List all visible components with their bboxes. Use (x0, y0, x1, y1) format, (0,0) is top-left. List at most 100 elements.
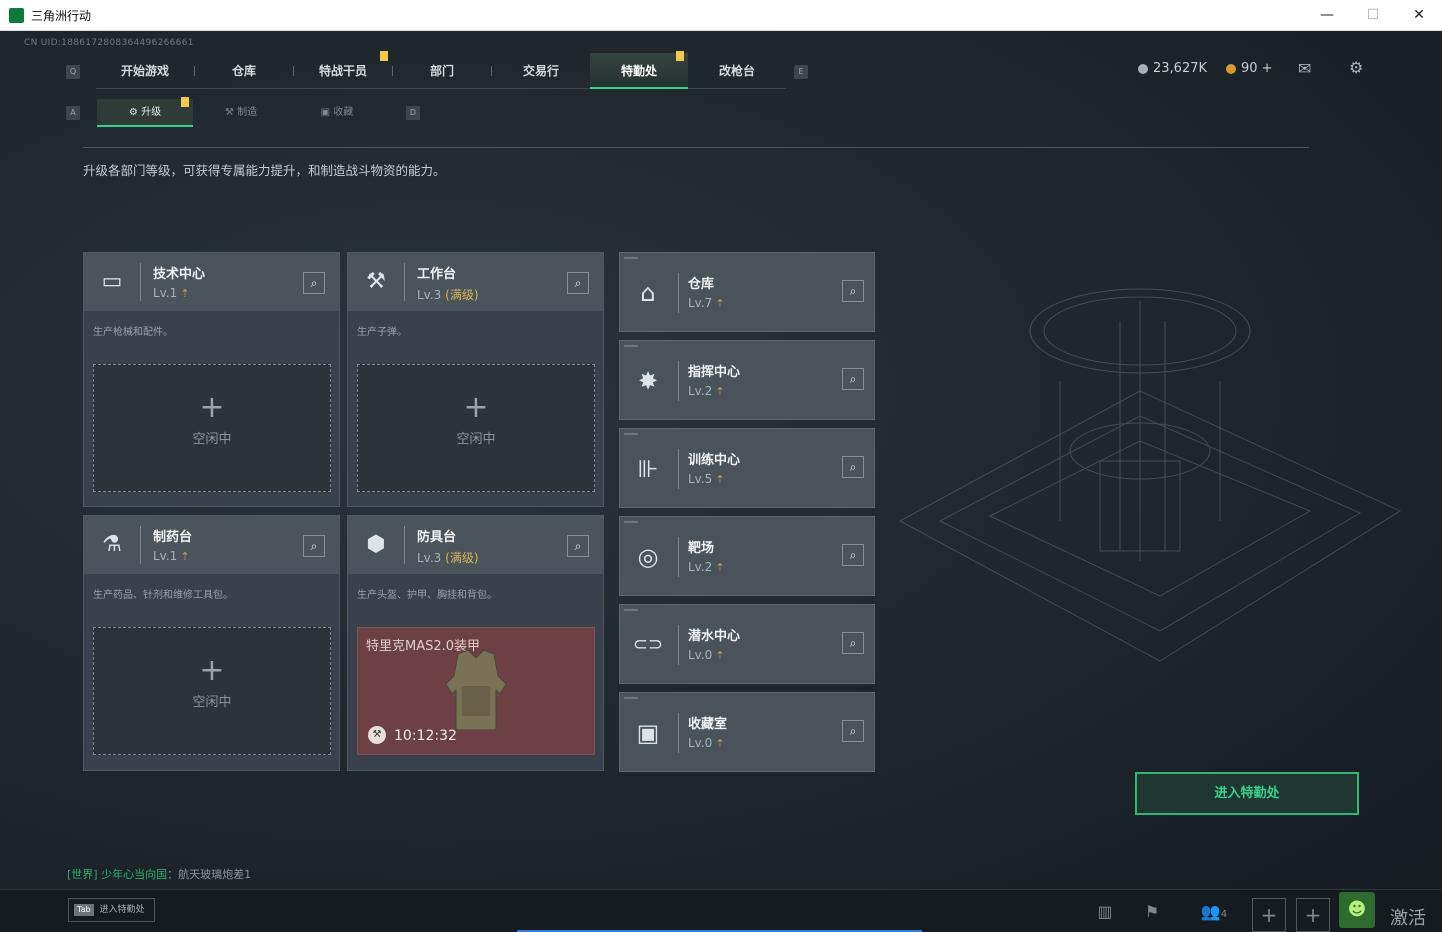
tab-shortcut-hint[interactable]: Tab 进入特勤处 (68, 898, 155, 922)
idle-label: 空闲中 (192, 432, 232, 447)
notification-badge (676, 51, 684, 61)
facility-card-training-center[interactable]: ⊪ 训练中心 Lv.5 ⇡ ⌕ (619, 428, 875, 508)
prev-tab-key[interactable]: Q (66, 65, 80, 79)
enter-special-ops-button[interactable]: 进入特勤处 (1135, 772, 1359, 815)
add-squad-slot-button[interactable]: + (1252, 898, 1286, 932)
facility-card-diving-center[interactable]: ⊂⊃ 潜水中心 Lv.0 ⇡ ⌕ (619, 604, 875, 684)
facility-card-shooting-range[interactable]: ◎ 靶场 Lv.2 ⇡ ⌕ (619, 516, 875, 596)
facility-card-collection-room[interactable]: ▣ 收藏室 Lv.0 ⇡ ⌕ (619, 692, 875, 772)
workshop-card-pharmacy[interactable]: ⚗ 制药台 Lv.1 ⇡ ⌕ 生产药品、针剂和维修工具包。 + 空闲中 (83, 515, 340, 771)
facility-level: Lv.7 ⇡ (688, 296, 725, 310)
minimize-button[interactable]: — (1304, 0, 1350, 31)
workshop-description: 生产药品、针剂和维修工具包。 (93, 590, 233, 601)
magnifier-icon[interactable]: ⌕ (842, 280, 864, 302)
coin-balance[interactable]: 23,627K (1138, 61, 1207, 76)
empty-craft-slot[interactable]: + 空闲中 (357, 364, 595, 492)
tab-operators[interactable]: 特战干员 (294, 51, 392, 89)
corner-tick (624, 697, 638, 699)
level-text: Lv.5 (688, 472, 713, 486)
level-up-icon: ⇡ (715, 737, 725, 750)
premium-coin-icon (1226, 63, 1236, 74)
magnifier-icon[interactable]: ⌕ (842, 456, 864, 478)
premium-balance[interactable]: 90 + (1226, 61, 1273, 76)
subtab-upgrade[interactable]: ⚙ 升级 (97, 97, 193, 127)
microscope-icon: ⚗ (102, 532, 122, 557)
workshop-name: 防具台 (417, 530, 457, 545)
divider (678, 449, 679, 489)
level-text: Lv.0 (688, 648, 713, 662)
tab-trading[interactable]: 交易行 (492, 53, 590, 89)
subtab-collection[interactable]: ▣ 收藏 (289, 99, 385, 127)
subtab-craft[interactable]: ⚒ 制造 (193, 99, 289, 127)
diving-mask-icon: ⊂⊃ (632, 634, 664, 655)
page-description: 升级各部门等级，可获得专属能力提升，和制造战斗物资的能力。 (83, 163, 446, 178)
add-squad-slot-button[interactable]: + (1296, 898, 1330, 932)
friends-icon: 👥 (1200, 902, 1221, 921)
workshop-name: 工作台 (417, 267, 457, 282)
next-tab-key[interactable]: E (794, 65, 808, 79)
magnifier-icon[interactable]: ⌕ (567, 535, 589, 557)
workshop-description: 生产枪械和配件。 (93, 327, 173, 338)
facility-name: 靶场 (688, 541, 715, 556)
friends-button[interactable]: 👥4 (1194, 899, 1234, 925)
tab-departments[interactable]: 部门 (393, 53, 491, 89)
tab-gunsmith[interactable]: 改枪台 (688, 53, 786, 89)
level-up-icon: ⇡ (180, 287, 190, 300)
facility-card-command-center[interactable]: ✸ 指挥中心 Lv.2 ⇡ ⌕ (619, 340, 875, 420)
workshop-description: 生产子弹。 (357, 327, 407, 338)
flag-icon[interactable]: ⚑ (1139, 899, 1165, 925)
level-up-icon: ⇡ (715, 561, 725, 574)
next-subtab-key[interactable]: D (406, 106, 420, 120)
mail-icon[interactable]: ✉ (1298, 59, 1311, 78)
stats-icon[interactable]: ▥ (1092, 899, 1118, 925)
subtab-label: 升级 (141, 107, 162, 118)
armor-vest-image (445, 649, 507, 731)
corner-tick (624, 257, 638, 259)
workshop-card-tech-center[interactable]: ▭ 技术中心 Lv.1 ⇡ ⌕ 生产枪械和配件。 + 空闲中 (83, 252, 340, 507)
workshop-card-workbench[interactable]: ⚒ 工作台 Lv.3 (满级) ⌕ 生产子弹。 + 空闲中 (347, 252, 604, 507)
level-text: Lv.7 (688, 296, 713, 310)
magnifier-icon[interactable]: ⌕ (303, 535, 325, 557)
coin-amount: 23,627K (1153, 61, 1208, 76)
facility-card-storage[interactable]: ⌂ 仓库 Lv.7 ⇡ ⌕ (619, 252, 875, 332)
workshop-level: Lv.1 ⇡ (153, 549, 190, 563)
level-text: Lv.1 (153, 286, 178, 300)
gear-icon[interactable]: ⚙ (1349, 58, 1363, 77)
tab-warehouse[interactable]: 仓库 (195, 53, 293, 89)
corner-tick (624, 345, 638, 347)
prev-subtab-key[interactable]: A (66, 106, 80, 120)
divider (140, 526, 141, 564)
magnifier-icon[interactable]: ⌕ (842, 544, 864, 566)
tools-icon: ⚒ (366, 269, 386, 294)
level-text: Lv.3 (417, 551, 442, 565)
workshop-name: 技术中心 (153, 267, 206, 282)
avatar[interactable]: ☻ (1339, 892, 1375, 928)
magnifier-icon[interactable]: ⌕ (842, 720, 864, 742)
chat-line[interactable]: [世界] 少年心当向国：航天玻璃炮差1 (67, 866, 251, 882)
divider (678, 273, 679, 313)
tab-special-ops[interactable]: 特勤处 (590, 51, 688, 89)
maximize-button[interactable]: ☐ (1350, 0, 1396, 31)
craft-timer: 10:12:32 (394, 728, 457, 744)
game-viewport: CN UID:1886172808364496266661 Q 开始游戏 仓库 … (0, 31, 1442, 932)
armor-parts-icon: ⬢ (366, 532, 386, 557)
window-titlebar: 三角洲行动 — ☐ ✕ (0, 0, 1442, 31)
magnifier-icon[interactable]: ⌕ (842, 632, 864, 654)
facility-name: 指挥中心 (688, 365, 741, 380)
empty-craft-slot[interactable]: + 空闲中 (93, 364, 331, 492)
empty-craft-slot[interactable]: + 空闲中 (93, 627, 331, 755)
level-text: Lv.2 (688, 384, 713, 398)
workshop-card-armor-bench[interactable]: ⬢ 防具台 Lv.3 (满级) ⌕ 生产头盔、护甲、胸挂和背包。 特里克MAS2… (347, 515, 604, 771)
active-craft-slot[interactable]: 特里克MAS2.0装甲 ⚒ 10:12:32 (357, 627, 595, 755)
tab-hint-label: 进入特勤处 (99, 905, 145, 915)
magnifier-icon[interactable]: ⌕ (567, 272, 589, 294)
wrench-icon: ⚒ (368, 726, 386, 744)
tab-start-game[interactable]: 开始游戏 (96, 53, 194, 89)
activate-watermark: 激活 (1390, 908, 1426, 929)
level-up-icon: ⇡ (715, 473, 725, 486)
magnifier-icon[interactable]: ⌕ (842, 368, 864, 390)
level-up-icon: ⇡ (715, 385, 725, 398)
magnifier-icon[interactable]: ⌕ (303, 272, 325, 294)
close-button[interactable]: ✕ (1396, 0, 1442, 31)
section-divider (83, 147, 1309, 148)
